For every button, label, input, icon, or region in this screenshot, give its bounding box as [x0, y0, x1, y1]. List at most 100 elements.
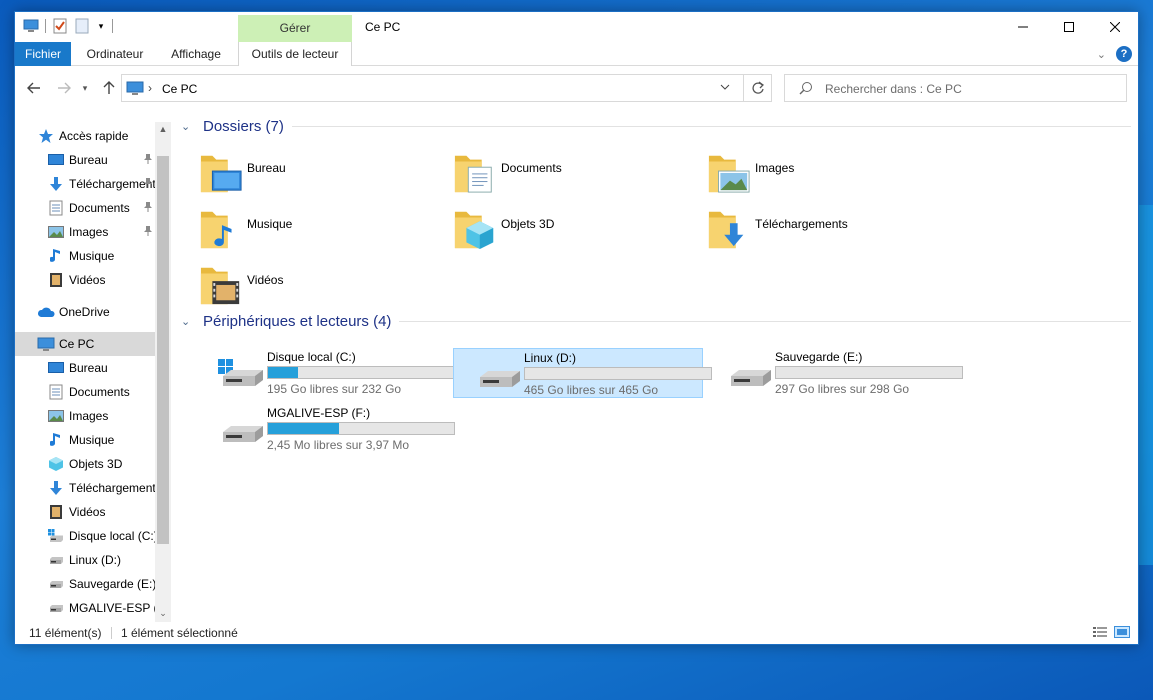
window-controls	[1000, 12, 1138, 42]
drive-item[interactable]: Disque local (C:) 195 Go libres sur 232 …	[197, 348, 455, 398]
windows-drive-icon	[217, 358, 267, 394]
folders-group-header[interactable]: ⌄ Dossiers (7)	[181, 118, 1131, 135]
drive-item[interactable]: Sauvegarde (E:) 297 Go libres sur 298 Go	[705, 348, 963, 398]
sidebar-item-label: Images	[69, 225, 109, 239]
sidebar-pc-item[interactable]: Bureau	[47, 356, 155, 380]
cloud-icon	[37, 303, 55, 321]
drive-usage-bar	[524, 367, 712, 380]
sidebar-pc-item[interactable]: Objets 3D	[47, 452, 155, 476]
collapse-chevron-icon[interactable]: ⌄	[181, 120, 193, 133]
desktop-accent	[1139, 205, 1153, 565]
address-bar[interactable]: › Ce PC	[121, 74, 772, 102]
folder-item[interactable]: Téléchargements	[683, 204, 933, 254]
tiles-view-icon[interactable]	[1114, 625, 1130, 639]
sidebar-item-label: Documents	[69, 385, 130, 399]
pin-icon[interactable]	[143, 225, 153, 240]
sidebar-pc-item[interactable]: Disque local (C:)	[47, 524, 155, 548]
drive-usage-fill	[268, 423, 339, 434]
breadcrumb-this-pc[interactable]: Ce PC	[162, 82, 197, 96]
recent-locations-button[interactable]: ▾	[79, 78, 91, 98]
properties-icon[interactable]	[52, 18, 68, 34]
up-button[interactable]	[99, 78, 119, 98]
sidebar-quick-item[interactable]: Musique	[47, 244, 155, 268]
this-pc-icon	[126, 80, 144, 99]
music-icon	[47, 247, 65, 265]
sidebar-item-label: Sauvegarde (E:)	[69, 577, 155, 591]
tab-view[interactable]: Affichage	[163, 42, 229, 66]
devices-group-header[interactable]: ⌄ Périphériques et lecteurs (4)	[181, 313, 1131, 330]
scroll-thumb[interactable]	[157, 156, 169, 544]
back-button[interactable]	[24, 78, 44, 98]
scroll-up-icon[interactable]: ▲	[158, 124, 168, 134]
forward-button[interactable]	[54, 78, 74, 98]
pin-icon[interactable]	[143, 153, 153, 168]
sidebar-item-label: Images	[69, 409, 109, 423]
folder-name: Images	[755, 161, 795, 175]
folder-name: Téléchargements	[755, 217, 848, 231]
drive-item[interactable]: Linux (D:) 465 Go libres sur 465 Go	[453, 348, 712, 398]
pin-icon[interactable]	[143, 177, 153, 192]
maximize-button[interactable]	[1046, 12, 1092, 42]
scroll-down-icon[interactable]: ⌄	[158, 608, 168, 619]
collapse-chevron-icon[interactable]: ⌄	[181, 315, 193, 328]
content-pane: ⌄ Dossiers (7) Bureau Documents Images M…	[175, 112, 1137, 618]
details-view-icon[interactable]	[1092, 625, 1108, 639]
tab-file[interactable]: Fichier	[15, 42, 71, 66]
download-icon	[47, 175, 65, 193]
title-bar: ▾ Gérer Ce PC	[15, 12, 1138, 42]
sidebar-quick-item[interactable]: Vidéos	[47, 268, 155, 292]
sidebar-pc-item[interactable]: Documents	[47, 380, 155, 404]
navigation-bar: ▾ › Ce PC Rechercher dans : Ce PC	[15, 72, 1138, 104]
sidebar-pc-item[interactable]: Sauvegarde (E:)	[47, 572, 155, 596]
desktop-icon	[47, 359, 65, 377]
sidebar-item-label: Documents	[69, 201, 130, 215]
folder-video-icon	[199, 260, 243, 308]
folder-item[interactable]: Vidéos	[175, 260, 425, 310]
sidebar-item-label: MGALIVE-ESP (F:)	[69, 601, 155, 615]
sidebar-quick-item[interactable]: Téléchargements	[47, 172, 155, 196]
sidebar-pc-item[interactable]: Images	[47, 404, 155, 428]
sidebar-pc-item[interactable]: Linux (D:)	[47, 548, 155, 572]
folder-item[interactable]: Objets 3D	[429, 204, 679, 254]
group-title: Dossiers (7)	[203, 118, 284, 135]
computer-icon[interactable]	[23, 18, 39, 34]
sidebar-quick-item[interactable]: Images	[47, 220, 155, 244]
expand-ribbon-icon[interactable]: ⌄	[1097, 48, 1106, 61]
sidebar-pc-item[interactable]: MGALIVE-ESP (F:)	[47, 596, 155, 620]
close-button[interactable]	[1092, 12, 1138, 42]
tab-computer[interactable]: Ordinateur	[79, 42, 151, 66]
help-icon[interactable]: ?	[1116, 46, 1132, 62]
folder-download-icon	[707, 204, 751, 252]
new-folder-icon[interactable]	[74, 18, 90, 34]
image-icon	[47, 223, 65, 241]
folder-item[interactable]: Documents	[429, 148, 679, 198]
drive-item[interactable]: MGALIVE-ESP (F:) 2,45 Mo libres sur 3,97…	[197, 404, 455, 454]
sidebar-scrollbar[interactable]: ▲ ⌄	[155, 122, 171, 622]
sidebar-quick-item[interactable]: Bureau	[47, 148, 155, 172]
address-dropdown-icon[interactable]	[720, 81, 730, 95]
search-box[interactable]: Rechercher dans : Ce PC	[784, 74, 1127, 102]
sidebar-pc-item[interactable]: Vidéos	[47, 500, 155, 524]
search-icon	[799, 81, 813, 98]
sidebar-onedrive[interactable]: OneDrive	[37, 300, 155, 324]
folder-item[interactable]: Musique	[175, 204, 425, 254]
breadcrumb-chevron-icon[interactable]: ›	[148, 81, 152, 95]
refresh-button[interactable]	[743, 75, 772, 101]
sidebar-quick-item[interactable]: Documents	[47, 196, 155, 220]
sidebar-pc-item[interactable]: Musique	[47, 428, 155, 452]
tab-drive-tools[interactable]: Outils de lecteur	[238, 42, 352, 66]
qat-dropdown-icon[interactable]: ▾	[96, 18, 106, 34]
folder-item[interactable]: Bureau	[175, 148, 425, 198]
drive-usage-bar	[267, 422, 455, 435]
sidebar-quick-access[interactable]: Accès rapide	[37, 124, 155, 148]
sidebar-this-pc[interactable]: Ce PC	[15, 332, 155, 356]
pin-icon[interactable]	[143, 201, 153, 216]
folder-item[interactable]: Images	[683, 148, 933, 198]
sidebar-label: OneDrive	[59, 305, 110, 319]
drive-icon	[47, 551, 65, 569]
minimize-button[interactable]	[1000, 12, 1046, 42]
sidebar-item-label: Téléchargements	[69, 481, 155, 495]
status-bar: 11 élément(s) 1 élément sélectionné	[15, 622, 1138, 644]
manage-contextual-header: Gérer	[238, 15, 352, 42]
sidebar-pc-item[interactable]: Téléchargements	[47, 476, 155, 500]
